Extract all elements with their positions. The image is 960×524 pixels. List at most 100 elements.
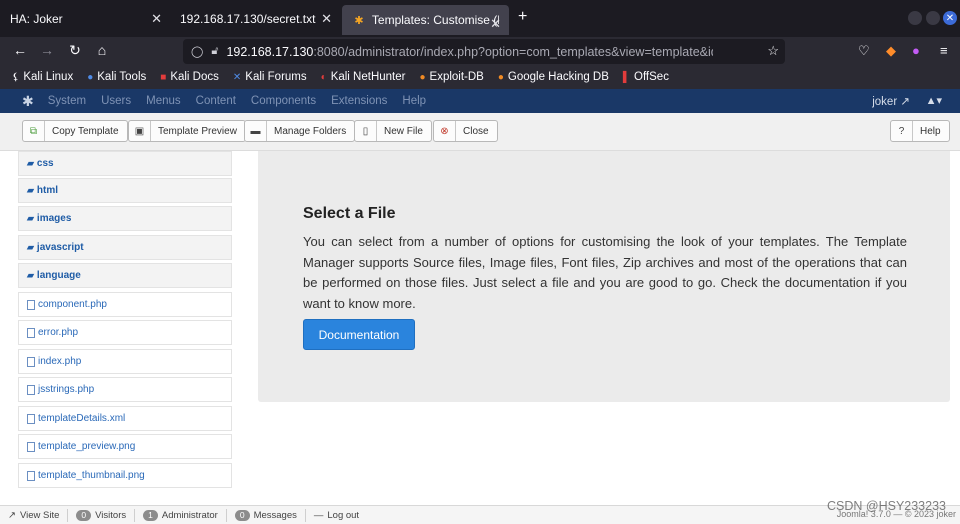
ghdb-icon: ●: [497, 71, 504, 83]
bookmark-kali-docs[interactable]: ■ Kali Docs: [160, 71, 219, 83]
file-label: template_thumbnail.png: [38, 470, 145, 481]
folder-icon: ▬: [245, 121, 267, 141]
joomla-favicon-icon: ✱: [354, 14, 364, 27]
visitors-status: 0 Visitors: [68, 508, 136, 522]
file-icon: ▯: [355, 121, 377, 141]
bookmark-kali-tools[interactable]: ● Kali Tools: [87, 71, 146, 83]
file-icon: [27, 441, 35, 452]
folder-javascript[interactable]: ▰ javascript: [18, 235, 232, 260]
menu-users[interactable]: Users: [101, 95, 131, 107]
folder-icon: ▰: [27, 213, 34, 223]
lock-icon: 🔓︎: [211, 45, 219, 57]
file-index-php[interactable]: index.php: [18, 349, 232, 374]
bookmark-kali-nethunter[interactable]: ◐ Kali NetHunter: [321, 71, 406, 83]
administrator-status: 1 Administrator: [135, 508, 227, 522]
close-icon[interactable]: ✕: [321, 11, 332, 27]
file-component-php[interactable]: component.php: [18, 292, 232, 317]
menu-extensions[interactable]: Extensions: [331, 95, 387, 107]
menu-help[interactable]: Help: [402, 95, 426, 107]
joomla-logo-icon[interactable]: ✱: [22, 93, 34, 110]
menu-content[interactable]: Content: [196, 95, 236, 107]
bookmark-kali-forums[interactable]: ✕ Kali Forums: [233, 71, 307, 83]
status-bar: ↗ View Site 0 Visitors 1 Administrator 0 Mes…: [0, 505, 960, 524]
close-icon[interactable]: ✕: [490, 16, 501, 32]
menu-icon[interactable]: ≡: [940, 43, 948, 58]
panel-title: Select a File: [303, 205, 396, 222]
url-path: :8080/administrator/index.php?option=com…: [313, 44, 713, 59]
tab-ha-joker[interactable]: HA: Joker ✕: [0, 0, 170, 37]
file-error-php[interactable]: error.php: [18, 320, 232, 345]
back-icon[interactable]: ←: [11, 42, 29, 58]
folder-css[interactable]: ▰ css: [18, 151, 232, 176]
status-label: Administrator: [161, 509, 218, 521]
bookmark-label: Kali NetHunter: [330, 71, 406, 83]
button-label: Template Preview: [158, 125, 237, 137]
view-site-link[interactable]: ↗ View Site: [0, 508, 69, 522]
bookmark-google-hacking-db[interactable]: ● Google Hacking DB: [498, 71, 609, 83]
image-icon: ▣: [129, 121, 151, 141]
window-close-icon[interactable]: ✕: [943, 11, 957, 25]
file-icon: [27, 384, 35, 395]
visitors-badge: 0: [76, 509, 92, 521]
folder-html[interactable]: ▰ html: [18, 178, 232, 203]
kali-dragon-icon: ⚸: [12, 71, 20, 83]
file-templatedetails-xml[interactable]: templateDetails.xml: [18, 406, 232, 431]
copy-icon: ⧉: [23, 121, 45, 141]
file-label: index.php: [38, 356, 82, 367]
manage-folders-button[interactable]: ▬ Manage Folders: [244, 120, 356, 142]
bookmark-label: Kali Forums: [245, 71, 307, 83]
bookmark-star-icon[interactable]: ☆: [767, 43, 779, 59]
bookmark-label: OffSec: [634, 71, 669, 83]
bookmark-offsec[interactable]: ▌ OffSec: [623, 71, 669, 83]
navigation-bar: ← → ↻ ⌂ ◯ 🔓︎ 192.168.17.130 :8080/admini…: [0, 37, 960, 65]
folder-images[interactable]: ▰ images: [18, 206, 232, 231]
logout-link[interactable]: — Log out: [306, 509, 367, 522]
menu-system[interactable]: System: [48, 95, 86, 107]
minimize-icon[interactable]: [908, 11, 922, 25]
messages-link[interactable]: 0 Messages: [227, 508, 306, 522]
template-preview-button[interactable]: ▣ Template Preview: [128, 120, 246, 142]
folder-label: javascript: [36, 242, 84, 253]
bookmark-exploit-db[interactable]: ● Exploit-DB: [419, 71, 483, 83]
menu-components[interactable]: Components: [251, 95, 316, 107]
close-icon[interactable]: ✕: [151, 11, 162, 27]
copy-template-button[interactable]: ⧉ Copy Template: [22, 120, 128, 142]
external-link-icon: ↗: [900, 96, 910, 108]
file-template-preview-png[interactable]: template_preview.png: [18, 434, 232, 459]
documentation-button[interactable]: Documentation: [303, 319, 415, 350]
pocket-icon[interactable]: ♡: [858, 43, 870, 59]
maximize-icon[interactable]: [926, 11, 940, 25]
folder-language[interactable]: ▰ language: [18, 263, 232, 288]
new-tab-icon[interactable]: +: [518, 8, 527, 26]
reload-icon[interactable]: ↻: [66, 42, 84, 59]
new-file-button[interactable]: ▯ New File: [354, 120, 432, 142]
user-menu[interactable]: joker ↗: [872, 94, 910, 108]
folder-icon: ▰: [27, 242, 34, 252]
account-icon[interactable]: ●: [912, 43, 920, 58]
button-label: Copy Template: [52, 125, 119, 137]
minus-icon: —: [313, 509, 324, 521]
status-label: Messages: [253, 509, 297, 521]
forward-icon[interactable]: →: [38, 42, 56, 58]
question-icon: ?: [891, 121, 913, 141]
tab-templates-customise[interactable]: ✱ Templates: Customise (Be ✕: [342, 5, 509, 35]
close-button[interactable]: ⊗ Close: [433, 120, 498, 142]
bookmark-label: Google Hacking DB: [507, 71, 609, 83]
extension-fox-icon[interactable]: ◆: [886, 43, 896, 59]
url-bar[interactable]: ◯ 🔓︎ 192.168.17.130 :8080/administrator/…: [183, 39, 785, 64]
url-host: 192.168.17.130: [226, 44, 314, 59]
menu-menus[interactable]: Menus: [146, 95, 181, 107]
tab-secret-txt[interactable]: 192.168.17.130/secret.txt ✕: [170, 0, 340, 37]
help-button[interactable]: ? Help: [890, 120, 950, 142]
home-icon[interactable]: ⌂: [93, 42, 111, 58]
toolbar: ⧉ Copy Template ▣ Template Preview ▬ Man…: [0, 113, 960, 151]
folder-icon: ▰: [27, 270, 34, 280]
messages-badge: 0: [234, 509, 250, 521]
user-icon[interactable]: ▲▾: [926, 94, 942, 107]
file-jsstrings-php[interactable]: jsstrings.php: [18, 377, 232, 402]
status-label: Visitors: [95, 509, 127, 521]
tab-label: Templates: Customise (Be: [371, 13, 499, 27]
file-template-thumbnail-png[interactable]: template_thumbnail.png: [18, 463, 232, 488]
panel-description: You can select from a number of options …: [303, 234, 907, 311]
bookmark-kali-linux[interactable]: ⚸ Kali Linux: [12, 71, 73, 83]
